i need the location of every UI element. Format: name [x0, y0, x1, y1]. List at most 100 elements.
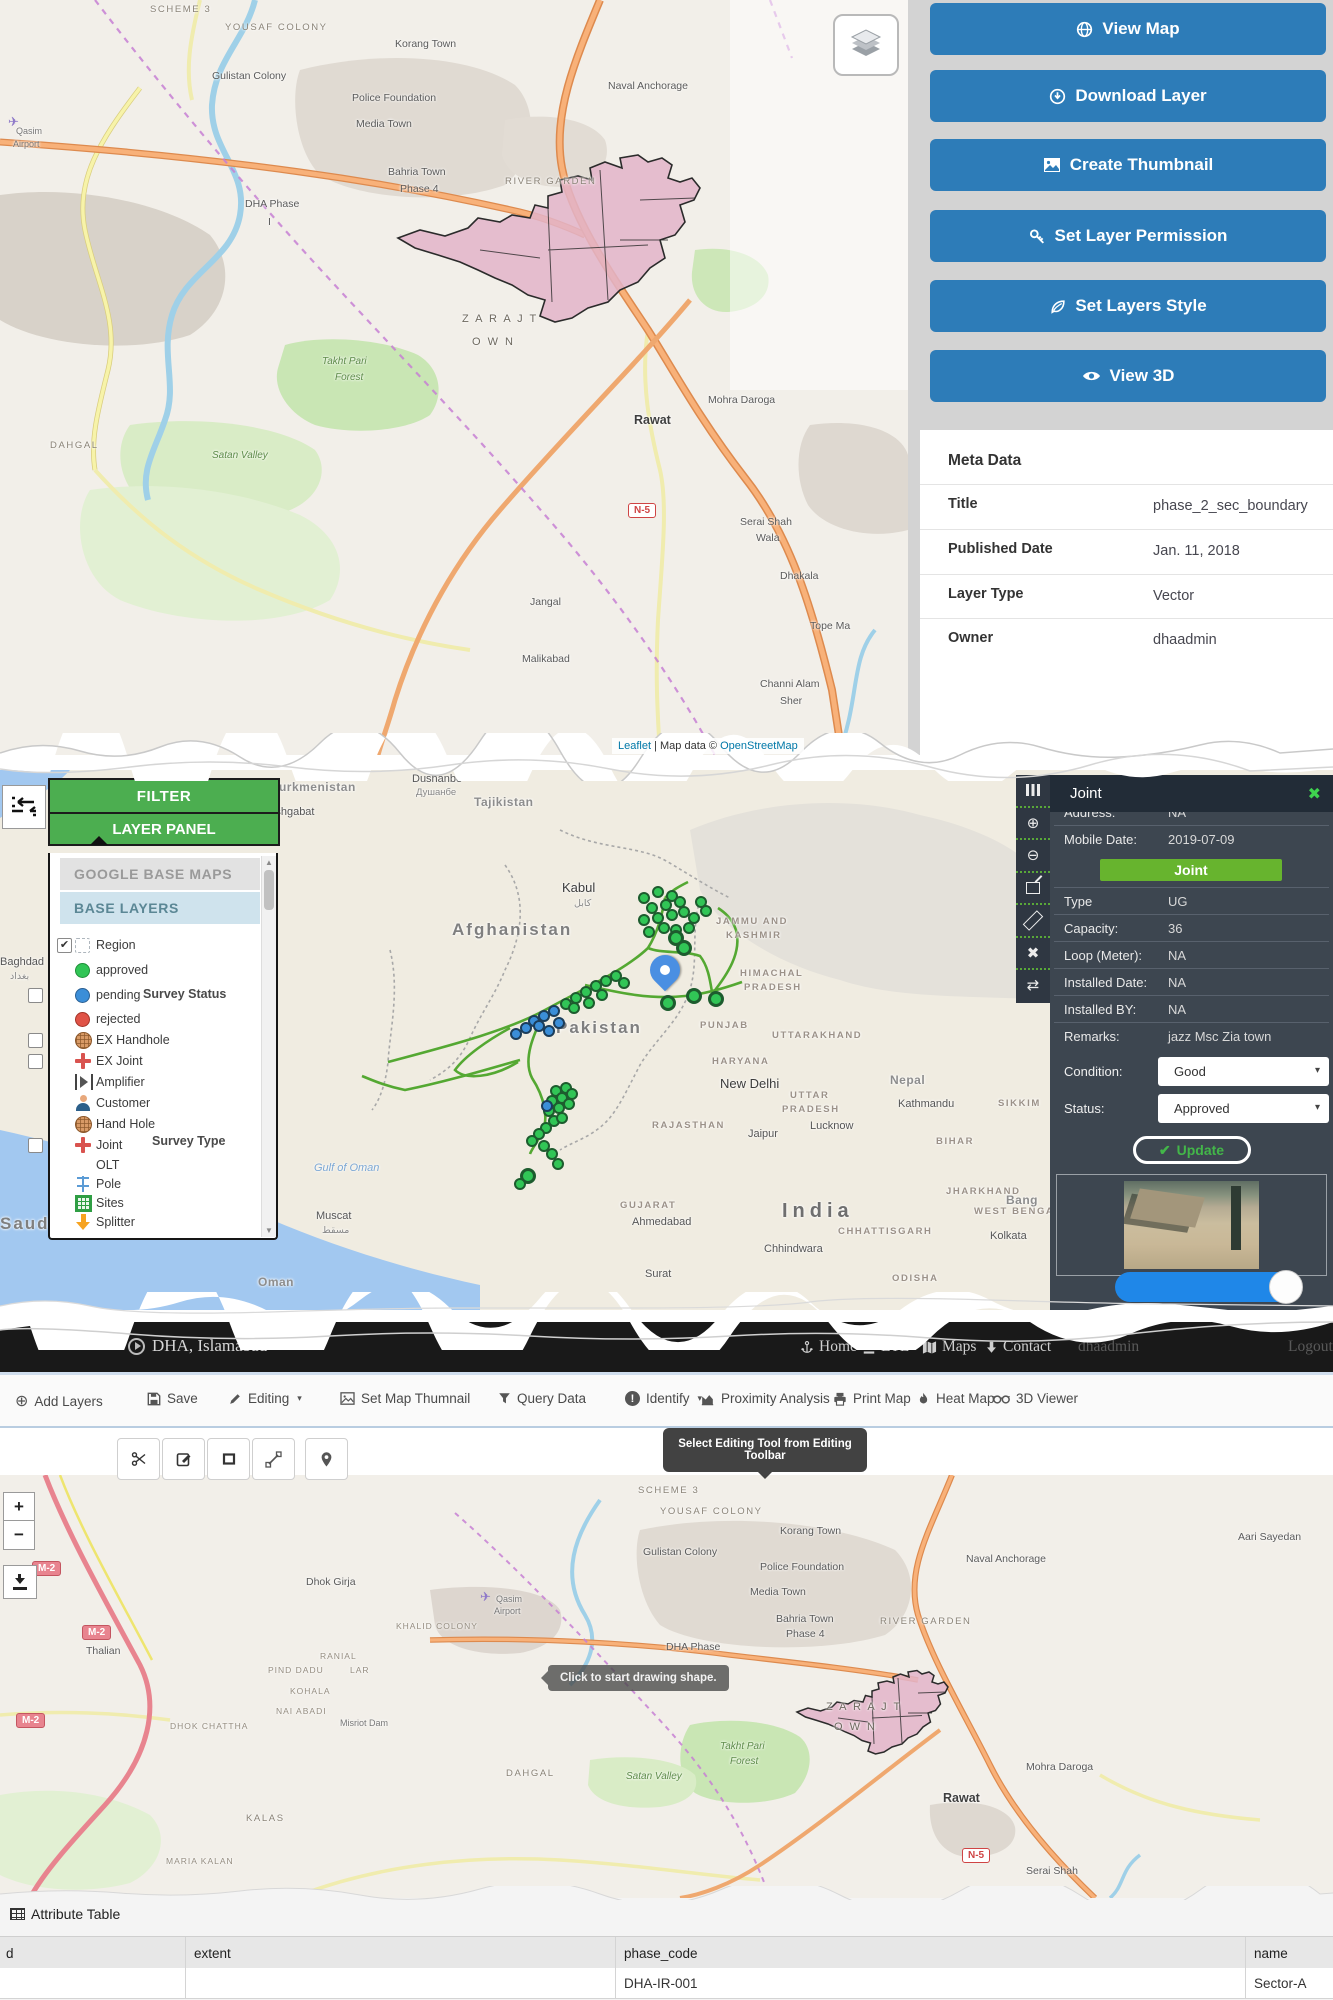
leaflet-link[interactable]: Leaflet [618, 740, 651, 752]
survey-marker[interactable] [563, 1098, 575, 1110]
survey-marker[interactable] [543, 1025, 555, 1037]
clear-icon[interactable]: ✖ [1016, 938, 1050, 970]
survey-marker[interactable] [700, 905, 712, 917]
survey-marker[interactable] [652, 886, 664, 898]
edit-feature-tool-button[interactable] [162, 1438, 205, 1480]
base-layers-header[interactable]: BASE LAYERS [60, 892, 260, 924]
column-header-extent[interactable]: extent [185, 1937, 615, 1969]
survey-marker[interactable] [676, 940, 692, 956]
set-layer-permission-button[interactable]: Set Layer Permission [930, 210, 1326, 262]
region-extent-icon [75, 938, 90, 953]
table-row[interactable]: DHA-IR-001 Sector-A [0, 1968, 1333, 1999]
survey-marker[interactable] [541, 1100, 553, 1112]
survey-marker[interactable] [660, 995, 676, 1011]
heat-map-button[interactable]: Heat Map [917, 1391, 995, 1406]
scrollbar-thumb[interactable] [264, 870, 274, 910]
map-attribution: Leaflet | Map data © OpenStreetMap [612, 738, 804, 754]
view-map-button[interactable]: View Map [930, 3, 1326, 55]
editing-menu[interactable]: Editing ▾ [228, 1391, 302, 1406]
add-layers-button[interactable]: ⊕ Add Layers [15, 1391, 103, 1411]
column-header-id[interactable]: d [0, 1937, 185, 1969]
survey-marker[interactable] [514, 1178, 526, 1190]
layer-panel-tab[interactable]: LAYER PANEL [48, 812, 280, 846]
set-map-thumbnail-button[interactable]: Set Map Thumnail [340, 1391, 470, 1406]
print-map-button[interactable]: Print Map [833, 1391, 911, 1406]
create-thumbnail-button[interactable]: Create Thumbnail [930, 139, 1326, 191]
set-layers-style-button[interactable]: Set Layers Style [930, 280, 1326, 332]
survey-marker[interactable] [548, 1005, 560, 1017]
joint-feature-popup: Joint ✖ Address: NA Mobile Date: 2019-07… [1050, 775, 1333, 1310]
google-base-maps-header[interactable]: GOOGLE BASE MAPS [60, 858, 260, 890]
site-photo[interactable] [1124, 1181, 1259, 1269]
survey-marker[interactable] [552, 1158, 564, 1170]
export-icon[interactable] [1016, 873, 1050, 905]
layer-preview-map[interactable]: SCHEME 3 YOUSAF COLONY Korang Town Gulistan… [0, 0, 908, 755]
survey-marker[interactable] [583, 997, 595, 1009]
legend-checkbox[interactable] [28, 1054, 43, 1069]
legend-checkbox[interactable] [28, 988, 43, 1003]
survey-marker[interactable] [658, 922, 670, 934]
nav-item-etl[interactable]: ETL [862, 1338, 909, 1356]
download-layer-button[interactable]: Download Layer [930, 70, 1326, 122]
survey-marker[interactable] [638, 914, 650, 926]
line-tool-button[interactable] [252, 1438, 295, 1480]
attribute-columns-icon[interactable] [1016, 775, 1050, 808]
update-button[interactable]: ✔ Update [1132, 1136, 1251, 1164]
survey-marker[interactable] [526, 1135, 538, 1147]
refresh-swap-icon[interactable]: ⇄ [1016, 970, 1050, 1001]
save-button[interactable]: Save [147, 1391, 198, 1406]
map-pin-icon [321, 1451, 332, 1467]
status-select[interactable]: Approved ▾ [1158, 1094, 1329, 1123]
layers-control-button[interactable] [833, 14, 899, 76]
nav-item-logout[interactable]: Logout [1288, 1338, 1333, 1356]
legend-checkbox[interactable] [28, 1033, 43, 1048]
identify-menu[interactable]: ! Identify ▾ [625, 1391, 702, 1406]
cut-tool-button[interactable] [117, 1438, 160, 1480]
scroll-up-icon[interactable]: ▲ [262, 856, 276, 869]
nav-item-home[interactable]: Home [800, 1338, 857, 1356]
survey-marker[interactable] [708, 991, 724, 1007]
legend-checkbox[interactable]: ✔ [57, 938, 72, 953]
rectangle-tool-button[interactable] [207, 1438, 250, 1480]
survey-marker[interactable] [596, 989, 608, 1001]
survey-marker[interactable] [686, 988, 702, 1004]
3d-viewer-button[interactable]: 3D Viewer [993, 1391, 1078, 1406]
zoom-in-icon[interactable]: ⊕ [1016, 808, 1050, 840]
condition-select[interactable]: Good ▾ [1158, 1057, 1329, 1086]
filter-tab[interactable]: FILTER [48, 778, 280, 812]
survey-marker[interactable] [510, 1028, 522, 1040]
zoom-out-button[interactable]: − [3, 1520, 35, 1550]
brand[interactable]: DHA, Islamabad [128, 1336, 267, 1356]
measure-ruler-icon[interactable] [1016, 905, 1050, 938]
view-3d-button[interactable]: View 3D [930, 350, 1326, 402]
panel-toggle-button[interactable] [2, 785, 46, 829]
survey-marker[interactable] [683, 922, 695, 934]
proximity-analysis-menu[interactable]: Proximity Analysis▾ [700, 1391, 842, 1406]
editing-map[interactable]: SCHEME 3 YOUSAF COLONY Korang Town Gulistan… [0, 1475, 1333, 1898]
zoom-in-button[interactable]: + [3, 1492, 35, 1522]
survey-marker[interactable] [553, 1017, 565, 1029]
column-header-name[interactable]: name [1245, 1937, 1333, 1969]
survey-marker[interactable] [666, 909, 678, 921]
legend-checkbox[interactable] [28, 1138, 43, 1153]
nav-item-maps[interactable]: Maps [922, 1338, 976, 1356]
nav-item-contact[interactable]: Contact [985, 1338, 1051, 1356]
download-map-button[interactable] [3, 1565, 37, 1599]
popup-bottom-button[interactable] [1115, 1270, 1303, 1304]
map-label: Takht Pari [720, 1741, 765, 1752]
map-label: Naval Anchorage [966, 1553, 1046, 1565]
query-data-button[interactable]: Query Data [498, 1391, 586, 1406]
survey-marker[interactable] [618, 977, 630, 989]
survey-marker[interactable] [568, 1002, 580, 1014]
marker-tool-button[interactable] [305, 1438, 348, 1480]
nav-item-user[interactable]: dhaadmin [1078, 1338, 1139, 1356]
column-header-phase-code[interactable]: phase_code [615, 1937, 1245, 1969]
floppy-save-icon [147, 1392, 161, 1405]
survey-marker[interactable] [643, 926, 655, 938]
popup-close-icon[interactable]: ✖ [1308, 784, 1321, 804]
survey-marker[interactable] [556, 1112, 568, 1124]
zoom-out-icon[interactable]: ⊖ [1016, 840, 1050, 873]
openstreetmap-link[interactable]: OpenStreetMap [720, 740, 798, 752]
joint-icon [75, 1137, 91, 1153]
survey-map-section[interactable]: Turkmenistan Ashgabat Dushanbe Душанбе Tajik… [0, 770, 1333, 1310]
